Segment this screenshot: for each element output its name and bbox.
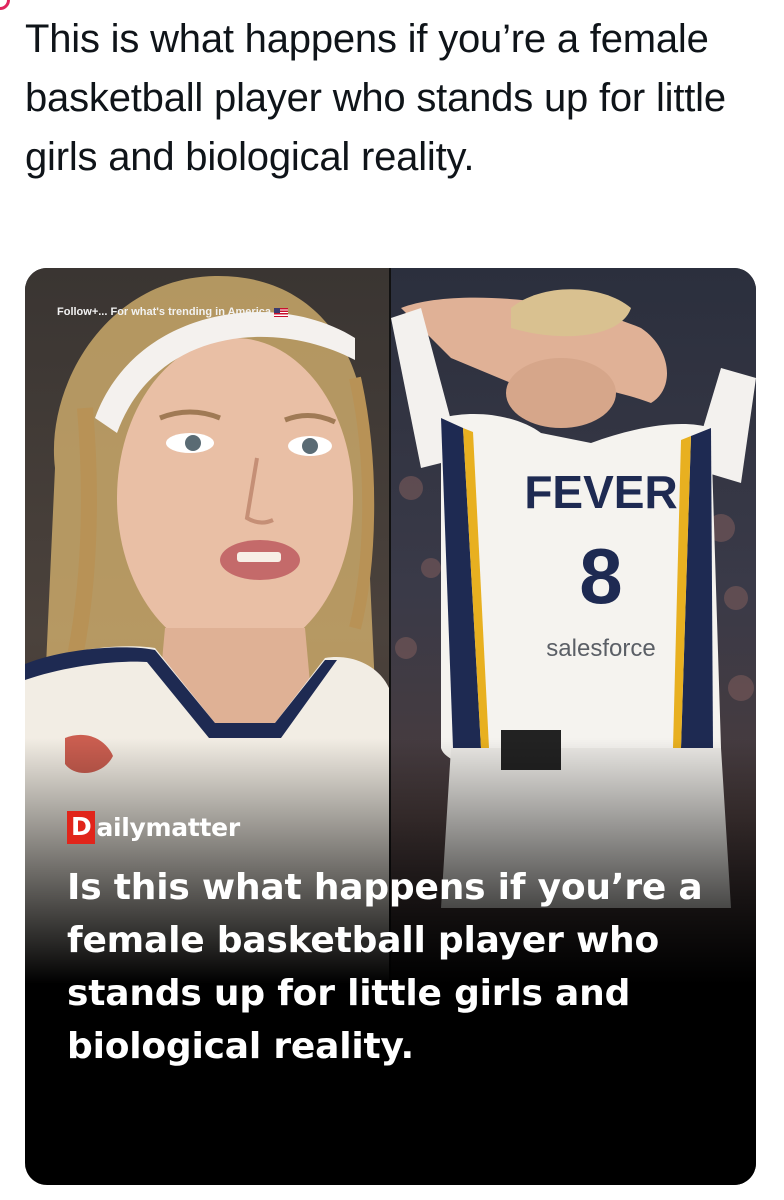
article-headline: Is this what happens if you’re a female … [67, 867, 703, 1067]
trending-overlay-text: Follow+... For what's trending in Americ… [57, 306, 271, 318]
trending-overlay-label: Follow+... For what's trending in Americ… [57, 306, 288, 318]
post-text: This is what happens if you’re a female … [25, 17, 726, 179]
avatar-edge [0, 0, 14, 14]
jersey-sponsor-text: salesforce [546, 635, 655, 662]
dailymatter-logo: Dailymatter [67, 811, 240, 844]
jersey-team-text: FEVER [524, 466, 677, 518]
jersey-number-text: 8 [579, 532, 622, 620]
us-flag-icon [273, 307, 288, 317]
media-card[interactable]: Follow+... For what's trending in Americ… [25, 268, 756, 1185]
brand-logo-text: ailymatter [96, 813, 240, 842]
brand-logo-letter: D [67, 811, 96, 844]
